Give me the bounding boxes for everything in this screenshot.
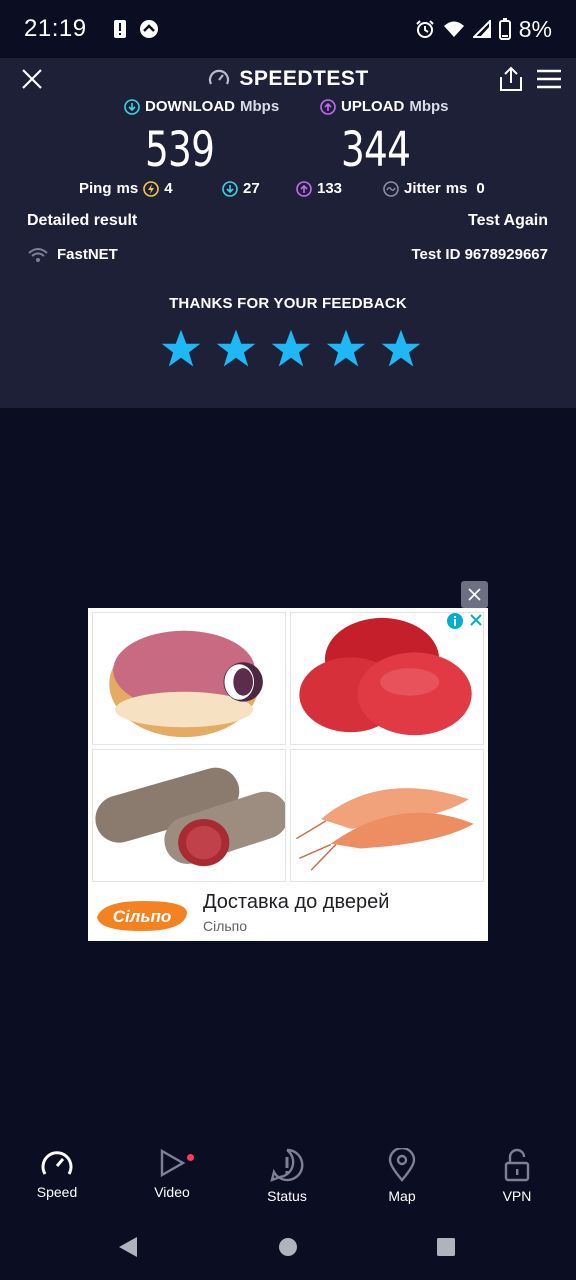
ping-stat: Ping ms 4 [79,180,173,197]
wifi-icon [443,21,464,37]
speedometer-logo-icon [209,69,230,85]
back-icon[interactable] [118,1236,138,1258]
shrimp-image [296,788,474,871]
unlock-icon [504,1148,530,1182]
download-arrow-icon [124,98,140,115]
svg-text:Сільпо: Сільпо [113,907,171,926]
app-header: SPEEDTEST [0,58,576,100]
jitter-icon [383,180,399,197]
status-time: 21:19 [24,15,87,42]
upload-label: UPLOAD Mbps [320,98,449,115]
wifi-provider-icon [28,247,48,262]
ad-advertiser: Сільпо [203,918,248,934]
jitter-stat: Jitter ms 0 [383,180,485,197]
system-nav-bar [0,1218,576,1280]
download-latency-icon [222,180,238,197]
ad-image-shrimp[interactable] [290,749,484,882]
share-icon[interactable] [498,65,524,93]
ad-headline[interactable]: Доставка до дверей [203,891,389,914]
ad-dismiss-button[interactable] [461,581,488,608]
red-cheese-image [299,617,472,736]
recents-icon[interactable] [436,1236,456,1258]
feedback-title: THANKS FOR YOUR FEEDBACK [169,295,407,312]
nav-speed[interactable]: Speed [17,1148,97,1200]
app-title-wrap: SPEEDTEST [207,67,368,91]
download-value: 539 [145,122,215,178]
alert-notification-icon [113,20,126,38]
bottom-nav: Speed Video Status Map VPN [0,1140,576,1210]
upload-latency-icon [296,180,312,197]
ping-upload-stat: 133 [296,180,342,197]
speedometer-icon [41,1151,73,1175]
battery-icon [498,18,511,40]
nav-video[interactable]: Video [132,1148,212,1200]
ad-close-icon[interactable] [468,612,484,628]
results-panel: SPEEDTEST DOWNLOAD Mbps UPLOAD Mbps 539 … [0,58,576,408]
upload-arrow-icon [320,98,336,115]
home-icon[interactable] [278,1236,298,1258]
alarm-icon [416,20,434,38]
status-bar: 21:19 8% [0,0,576,58]
ping-download-stat: 27 [222,180,260,197]
ping-idle-icon [143,180,159,197]
provider-name: FastNET [57,246,118,263]
nav-status[interactable]: Status [247,1148,327,1204]
close-icon[interactable] [20,67,44,91]
cellular-icon [472,20,491,38]
star-icon[interactable] [215,328,257,370]
menu-icon[interactable] [536,68,562,90]
rating-stars [160,328,422,370]
upload-value: 344 [341,122,411,178]
close-icon [468,588,481,601]
new-content-dot [187,1154,194,1161]
star-icon[interactable] [325,328,367,370]
nav-vpn[interactable]: VPN [477,1148,557,1204]
speedtest-notification-icon [139,20,158,38]
ad-image-donut[interactable] [92,612,286,745]
app-title: SPEEDTEST [239,67,369,90]
donut-image [109,630,263,738]
star-icon[interactable] [270,328,312,370]
play-icon [160,1148,186,1178]
ad-image-red-cheese[interactable] [290,612,484,745]
star-icon[interactable] [160,328,202,370]
salami-image [95,767,285,867]
battery-percent: 8% [518,15,552,42]
status-alert-icon [270,1148,304,1182]
nav-map[interactable]: Map [362,1148,442,1204]
ad-image-salami[interactable] [92,749,286,882]
provider-info: FastNET [27,246,118,263]
detailed-result-link[interactable]: Detailed result [27,212,137,230]
ad-footer[interactable]: Сільпо Доставка до дверей Сільпо [88,884,488,941]
test-again-button[interactable]: Test Again [468,212,548,230]
map-pin-icon [388,1148,416,1182]
silpo-logo: Сільпо [97,901,187,931]
advertisement[interactable]: Сільпо Доставка до дверей Сільпо [88,608,488,941]
download-label: DOWNLOAD Mbps [124,98,279,115]
star-icon[interactable] [380,328,422,370]
test-id: Test ID 9678929667 [411,246,549,263]
ad-info-icon[interactable] [446,612,464,630]
